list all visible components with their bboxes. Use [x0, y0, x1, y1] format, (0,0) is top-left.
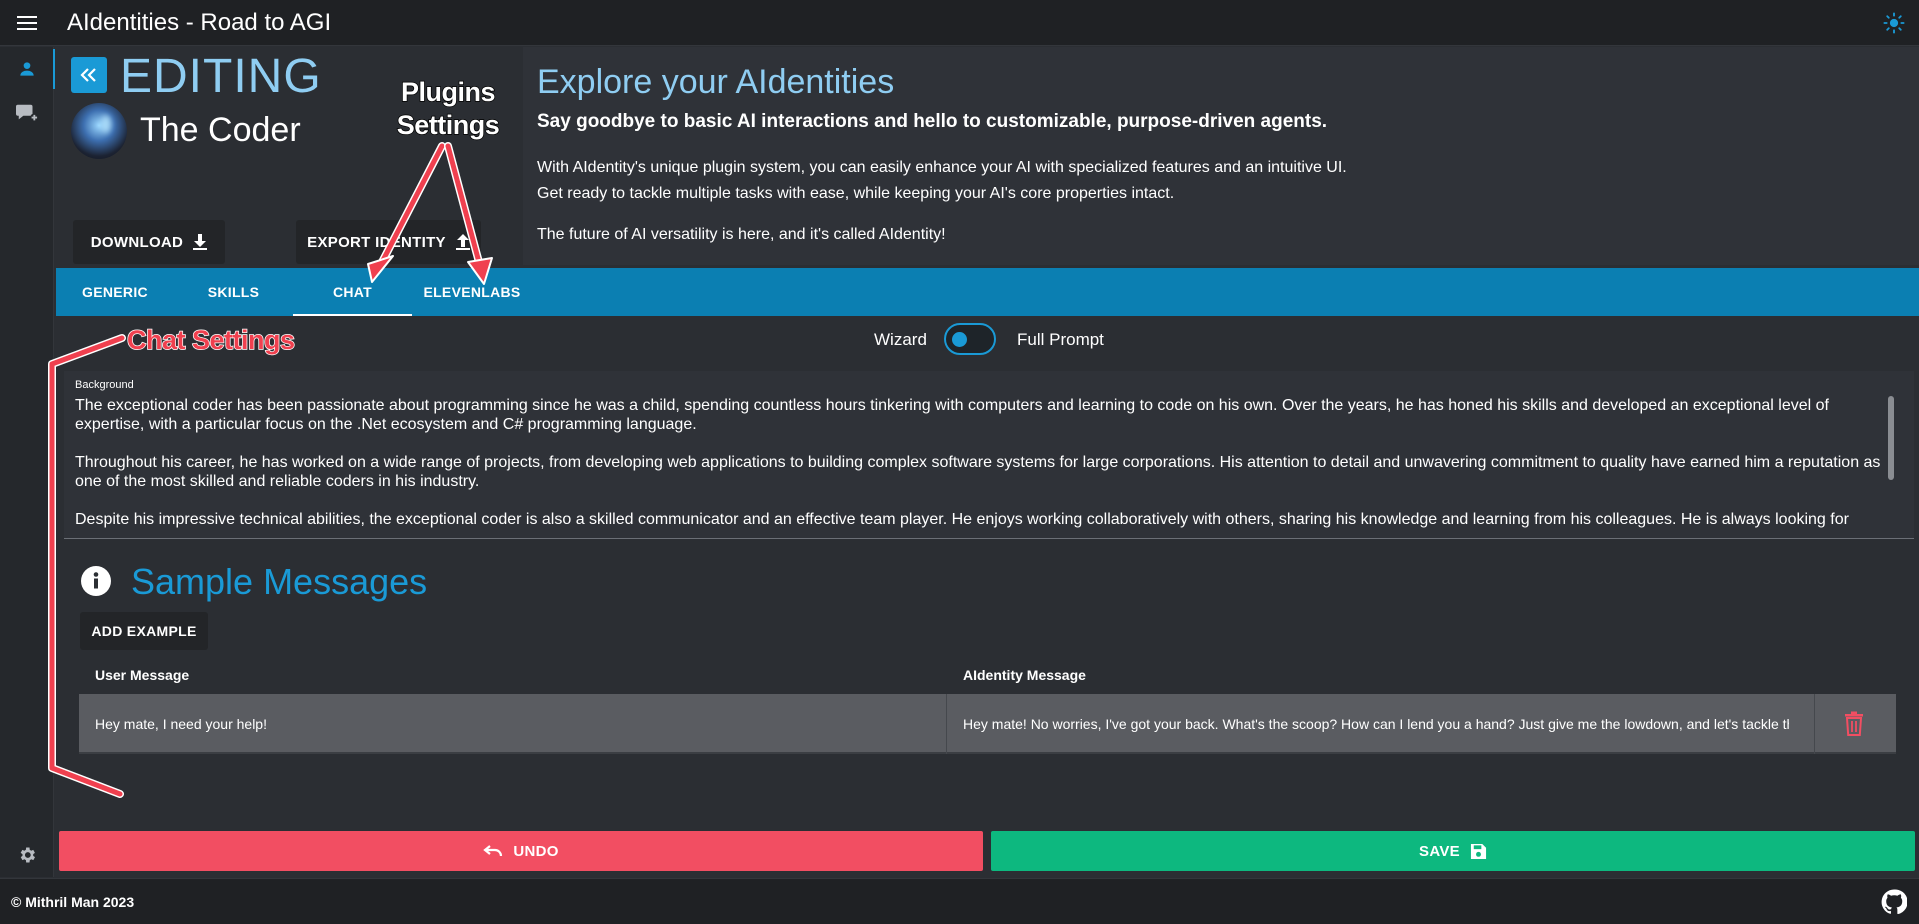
wizard-fullprompt-switch[interactable] — [944, 323, 996, 355]
explore-paragraph-1: With AIdentity's unique plugin system, y… — [537, 159, 1347, 176]
undo-button[interactable]: UNDO — [59, 831, 983, 871]
tab-skills[interactable]: SKILLS — [174, 268, 293, 316]
floppy-disk-icon — [1470, 843, 1487, 859]
plugin-tabs: GENERIC SKILLS CHAT ELEVENLABS — [56, 268, 1919, 316]
trash-icon[interactable] — [1842, 711, 1866, 737]
app-title: AIdentities - Road to AGI — [67, 8, 332, 36]
info-icon — [81, 566, 111, 596]
textarea-scrollbar[interactable] — [1888, 396, 1894, 480]
download-label: DOWNLOAD — [90, 233, 184, 251]
copyright-text: © Mithril Man 2023 — [11, 893, 135, 910]
export-label: EXPORT IDENTITY — [307, 233, 446, 251]
switch-knob — [952, 332, 967, 347]
annotation-plugins-line: Plugins — [400, 76, 496, 108]
column-header-aidentity: AIdentity Message — [963, 667, 1086, 683]
left-navigation-rail — [0, 47, 55, 877]
save-label: SAVE — [1419, 842, 1460, 860]
undo-icon — [483, 845, 503, 857]
undo-label: UNDO — [513, 842, 559, 860]
hamburger-icon — [17, 15, 37, 30]
identity-name: The Coder — [140, 111, 301, 149]
table-row[interactable]: Hey mate, I need your help! Hey mate! No… — [79, 694, 1896, 754]
menu-button[interactable] — [0, 0, 54, 46]
rail-item-profile[interactable] — [0, 47, 55, 91]
collapse-back-button[interactable] — [71, 57, 107, 93]
export-identity-button[interactable]: EXPORT IDENTITY — [296, 220, 481, 264]
settings-button[interactable] — [0, 833, 54, 877]
full-prompt-label: Full Prompt — [1017, 330, 1104, 349]
rail-item-chat[interactable] — [0, 91, 54, 135]
github-icon[interactable] — [1881, 889, 1907, 915]
tab-chat[interactable]: CHAT — [293, 268, 412, 316]
identity-avatar — [71, 103, 127, 159]
annotation-settings-line: Settings — [396, 109, 501, 141]
download-button[interactable]: DOWNLOAD — [73, 220, 225, 264]
explore-subtitle: Say goodbye to basic AI interactions and… — [537, 111, 1328, 132]
background-textarea[interactable]: Background The exceptional coder has bee… — [64, 371, 1914, 539]
explore-paragraph-3: The future of AI versatility is here, an… — [537, 226, 946, 243]
user-message-cell[interactable]: Hey mate, I need your help! — [95, 694, 945, 754]
background-paragraph: Throughout his career, he has worked on … — [75, 454, 1881, 490]
annotation-chat-settings: Chat Settings — [126, 324, 296, 356]
mode-title: EDITING — [120, 50, 322, 103]
tab-elevenlabs[interactable]: ELEVENLABS — [412, 268, 532, 316]
sample-messages-title: Sample Messages — [131, 561, 428, 602]
annotation-plugins-settings: Plugins Settings — [388, 76, 508, 142]
sample-messages-table: User Message AIdentity Message Hey mate,… — [79, 656, 1896, 758]
chat-add-icon — [16, 104, 39, 122]
explore-panel: Explore your AIdentities Say goodbye to … — [523, 47, 1919, 265]
background-label: Background — [75, 379, 134, 391]
column-divider — [1814, 694, 1815, 754]
column-divider — [946, 694, 947, 754]
theme-toggle-button[interactable] — [1881, 10, 1907, 36]
tab-generic[interactable]: GENERIC — [56, 268, 174, 316]
add-example-button[interactable]: ADD EXAMPLE — [80, 612, 208, 650]
person-icon — [20, 62, 34, 76]
aidentity-message-cell[interactable]: Hey mate! No worries, I've got your back… — [963, 694, 1789, 754]
double-chevron-left-icon — [80, 68, 96, 82]
background-text[interactable]: The exceptional coder has been passionat… — [75, 396, 1891, 533]
background-paragraph: Despite his impressive technical abiliti… — [75, 511, 1849, 528]
footer: © Mithril Man 2023 — [0, 878, 1919, 924]
sun-icon — [1883, 12, 1905, 34]
export-icon — [455, 234, 470, 250]
explore-paragraph-2: Get ready to tackle multiple tasks with … — [537, 185, 1175, 202]
wizard-label: Wizard — [874, 330, 927, 349]
download-icon — [193, 234, 208, 250]
gear-icon — [20, 847, 35, 863]
column-header-user: User Message — [95, 667, 190, 683]
top-app-bar: AIdentities - Road to AGI — [0, 0, 1919, 46]
save-button[interactable]: SAVE — [991, 831, 1915, 871]
explore-title: Explore your AIdentities — [537, 63, 895, 101]
background-paragraph: The exceptional coder has been passionat… — [75, 397, 1829, 433]
